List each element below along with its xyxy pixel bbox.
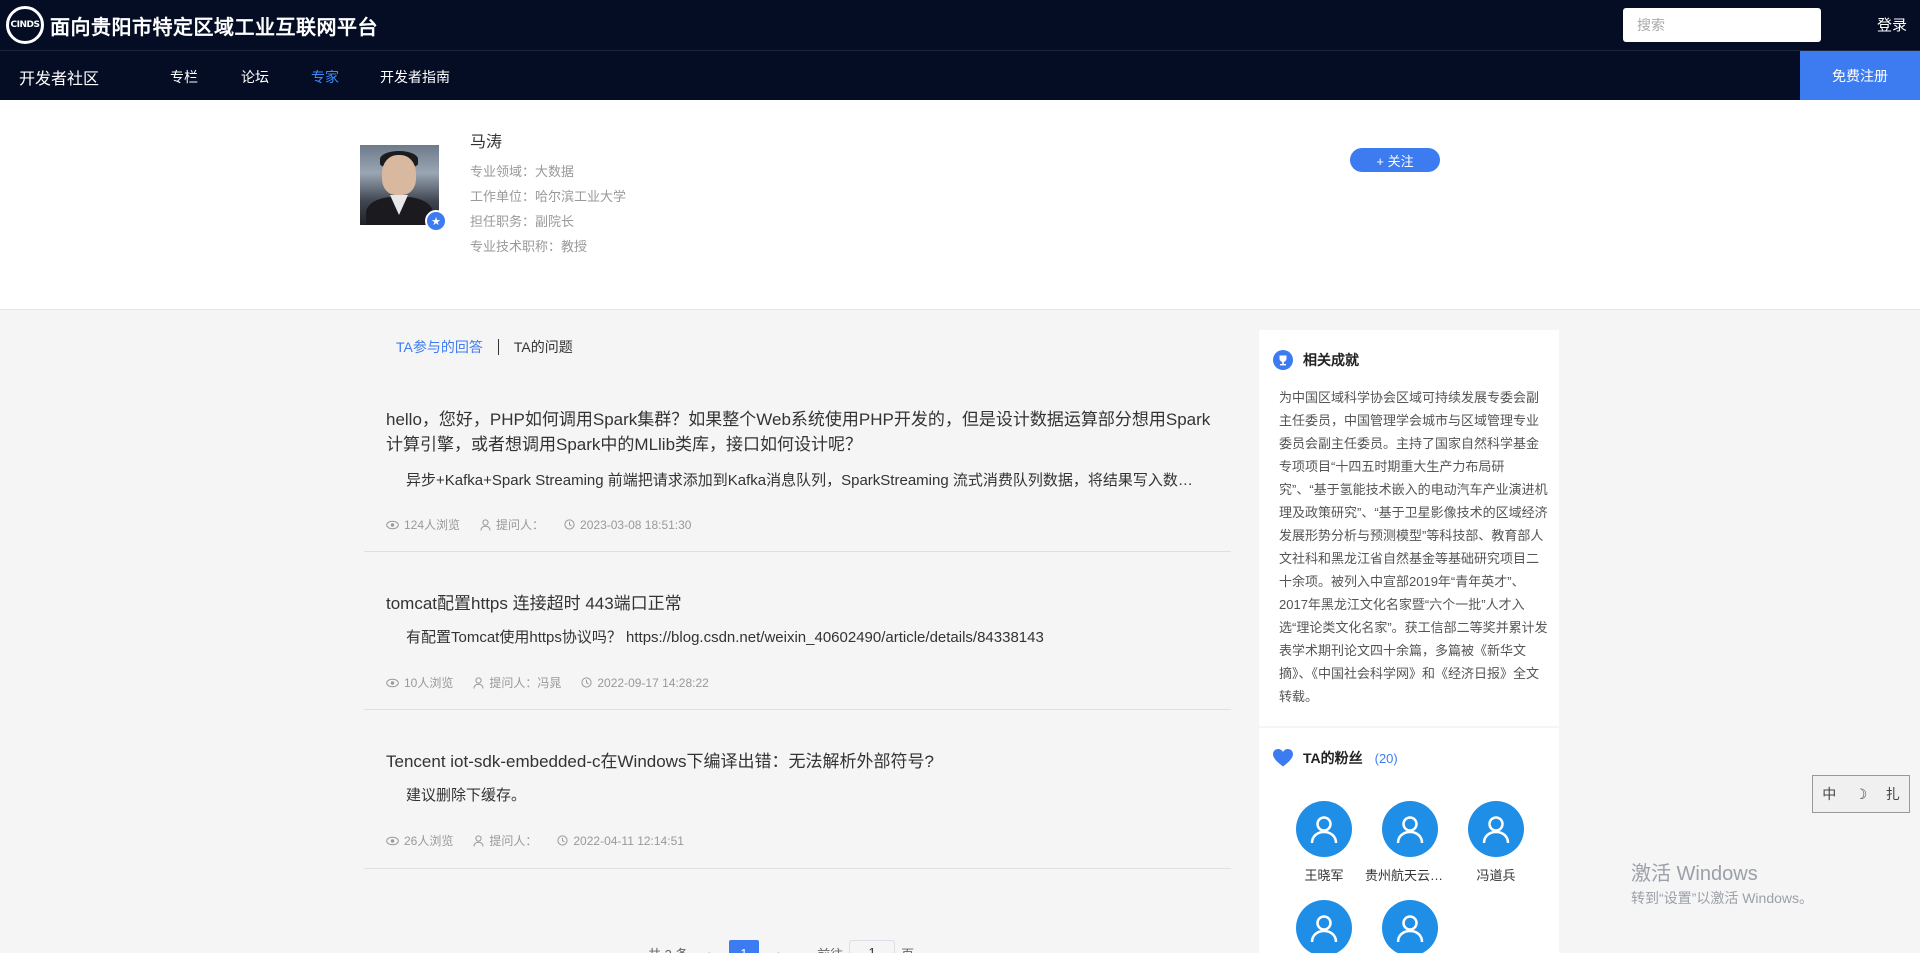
user-icon [473,676,484,689]
search-box [1623,8,1821,42]
question-title[interactable]: tomcat配置https 连接超时 443端口正常 [386,591,1216,616]
ime-mode[interactable]: 中 [1822,784,1836,804]
timestamp: 2022-04-11 12:14:51 [573,833,684,848]
answer-excerpt[interactable]: 异步+Kafka+Spark Streaming 前端把请求添加到Kafka消息… [406,469,1206,490]
expert-profile: ★ 马涛 专业领域：大数据 工作单位：哈尔滨工业大学 担任职务：副院长 专业技术… [0,100,1920,310]
timestamp: 2023-03-08 18:51:30 [580,517,692,532]
pagination: 共 3 条 ‹ 1 › 前往 1 页 [648,940,914,953]
asker: 提问人： [489,834,538,848]
clock-icon [564,519,575,530]
fans-card: TA的粉丝 (20) 王晓军 贵州航天云网科技有限公司 冯道兵 [1259,728,1559,953]
activation-title: 激活 Windows [1631,863,1758,885]
eye-icon [386,520,399,529]
nav-item-forum[interactable]: 论坛 [241,67,269,87]
prev-page-button[interactable]: ‹ [706,946,710,953]
page-suffix: 页 [901,944,914,953]
clock-icon [581,677,592,688]
total-count: 共 3 条 [648,944,688,953]
expert-position: 担任职务：副院长 [470,214,575,229]
tab-divider [497,339,499,355]
activation-subtitle: 转到“设置”以激活 Windows。 [1631,890,1814,906]
view-count: 26人浏览 [404,834,454,848]
ime-toolbar[interactable]: 中 ☽ 扎 [1812,775,1910,813]
fan-item[interactable]: 王晓军 [1279,801,1369,884]
ime-option[interactable]: 扎 [1886,784,1900,804]
top-header: CINDS 面向贵阳市特定区域工业互联网平台 登录 [0,0,1920,50]
site-logo[interactable]: CINDS 面向贵阳市特定区域工业互联网平台 [6,6,378,44]
goto-label: 前往 [817,944,843,953]
nav-title[interactable]: 开发者社区 [19,65,99,89]
fan-item[interactable]: 贵州航天云网科技有限公司 [1365,801,1455,884]
user-avatar-icon [1296,900,1352,953]
content-tabs: TA参与的回答 TA的问题 [396,337,573,357]
achievements-title: 相关成就 [1303,352,1359,368]
tab-answers[interactable]: TA参与的回答 [396,337,483,357]
page-button-current[interactable]: 1 [728,940,759,953]
search-input[interactable] [1637,17,1818,33]
question-meta: 26人浏览 提问人： 2022-04-11 12:14:51 [386,832,704,849]
expert-title: 专业技术职称：教授 [470,239,588,254]
question-title[interactable]: Tencent iot-sdk-embedded-c在Windows下编译出错：… [386,749,1216,774]
user-icon [473,834,484,847]
fan-item[interactable] [1365,900,1455,953]
register-button[interactable]: 免费注册 [1800,51,1920,101]
asker: 提问人： [496,518,545,532]
tab-questions[interactable]: TA的问题 [514,337,573,357]
expert-name: 马涛 [470,134,503,151]
view-count: 10人浏览 [404,676,454,690]
expert-field: 专业领域：大数据 [470,164,575,179]
heart-icon [1273,749,1293,767]
question-meta: 124人浏览 提问人： 2023-03-08 18:51:30 [386,516,711,533]
nav-item-dev-guide[interactable]: 开发者指南 [380,67,450,87]
windows-activation-watermark: 激活 Windows 转到“设置”以激活 Windows。 [1631,857,1813,908]
list-item: Tencent iot-sdk-embedded-c在Windows下编译出错：… [364,710,1231,869]
trophy-icon [1273,350,1293,370]
answer-excerpt[interactable]: 建议删除下缓存。 [406,784,1206,805]
achievements-card: 相关成就 为中国区域科学协会区域可持续发展专委会副主任委员，中国管理学会城市与区… [1259,330,1559,726]
star-icon: ★ [425,210,447,232]
user-avatar-icon [1382,900,1438,953]
user-icon [480,518,491,531]
timestamp: 2022-09-17 14:28:22 [597,675,709,690]
question-meta: 10人浏览 提问人：冯晁 2022-09-17 14:28:22 [386,674,729,691]
next-page-button[interactable]: › [777,946,781,953]
login-link[interactable]: 登录 [1877,14,1907,35]
eye-icon [386,678,399,687]
achievements-header: 相关成就 [1273,350,1359,370]
fans-header: TA的粉丝 (20) [1273,748,1398,768]
fan-name: 贵州航天云网科技有限公司 [1365,868,1455,883]
fans-title: TA的粉丝 [1303,750,1363,766]
clock-icon [557,835,568,846]
fan-name: 王晓军 [1304,868,1344,883]
user-avatar-icon [1296,801,1352,857]
list-item: tomcat配置https 连接超时 443端口正常 有配置Tomcat使用ht… [364,552,1231,710]
fan-item[interactable] [1279,900,1369,953]
fans-count: (20) [1374,750,1398,766]
logo-badge-icon: CINDS [6,6,44,44]
fan-name: 冯道兵 [1476,868,1516,883]
view-count: 124人浏览 [404,518,461,532]
user-avatar-icon [1468,801,1524,857]
main-nav: 开发者社区 专栏 论坛 专家 开发者指南 免费注册 [0,50,1920,101]
logo-text: 面向贵阳市特定区域工业互联网平台 [50,14,378,39]
question-title[interactable]: hello，您好，PHP如何调用Spark集群？如果整个Web系统使用PHP开发… [386,407,1216,457]
goto-page-input[interactable]: 1 [849,940,896,953]
moon-icon[interactable]: ☽ [1855,786,1868,803]
achievements-text: 为中国区域科学协会区域可持续发展专委会副主任委员，中国管理学会城市与区域管理专业… [1279,390,1548,704]
eye-icon [386,836,399,845]
user-avatar-icon [1382,801,1438,857]
expert-employer: 工作单位：哈尔滨工业大学 [470,189,627,204]
nav-item-experts[interactable]: 专家 [311,67,339,87]
fan-item[interactable]: 冯道兵 [1451,801,1541,884]
asker: 提问人：冯晁 [489,676,562,690]
nav-item-column[interactable]: 专栏 [170,67,198,87]
list-item: hello，您好，PHP如何调用Spark集群？如果整个Web系统使用PHP开发… [364,390,1231,552]
answer-excerpt[interactable]: 有配置Tomcat使用https协议吗？ https://blog.csdn.n… [406,626,1206,647]
follow-button[interactable]: + 关注 [1350,148,1440,172]
